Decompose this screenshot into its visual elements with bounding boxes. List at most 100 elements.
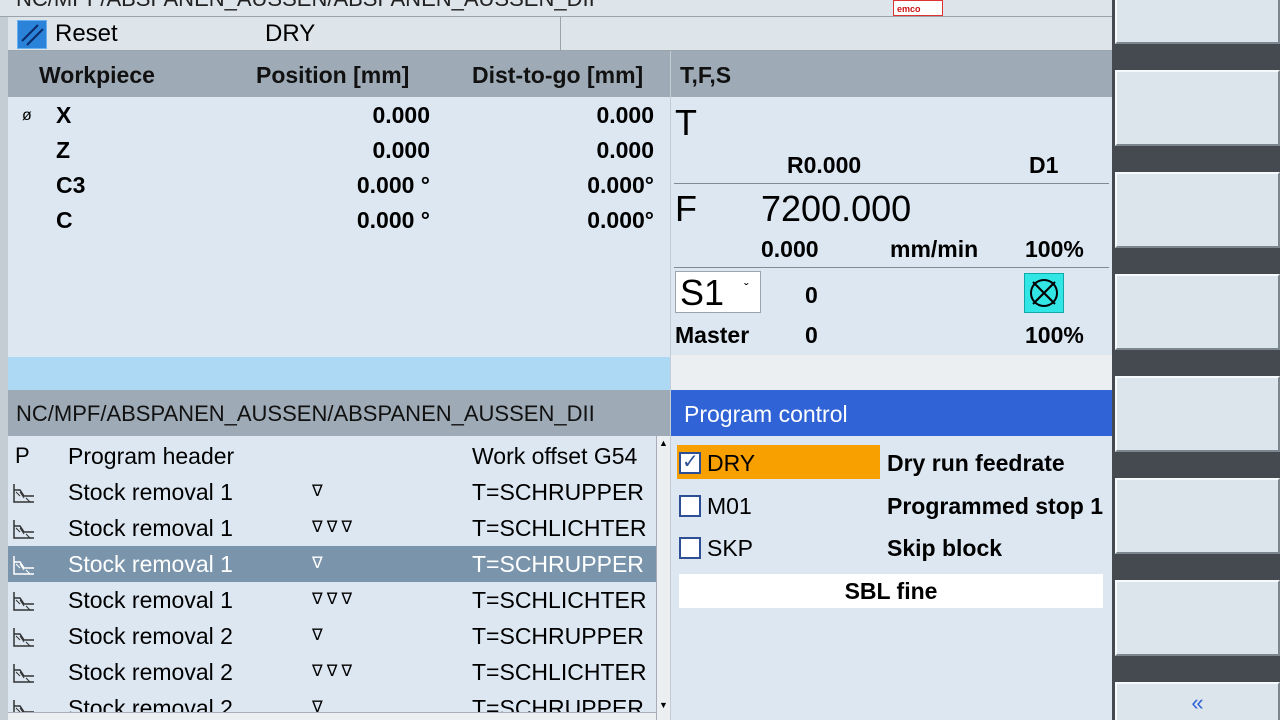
master-value: 0: [805, 322, 818, 348]
program-control-option-dry[interactable]: ✓ DRY Dry run feedrate: [677, 445, 1107, 481]
scroll-down-icon[interactable]: ▼: [657, 698, 670, 712]
tool-label: T: [675, 102, 697, 143]
spindle-select[interactable]: S1 ˇ: [675, 271, 761, 313]
program-step-row[interactable]: Stock removal 1 ∇∇∇ T=SCHLICHTER: [8, 582, 656, 618]
tool-edge: D1: [1029, 152, 1059, 178]
stock-removal-icon: [13, 520, 34, 539]
back-softkey[interactable]: «: [1115, 682, 1280, 720]
feed-label: F: [675, 188, 697, 229]
program-control-title: Program control: [684, 401, 848, 427]
status-divider: [560, 17, 561, 50]
diameter-icon: ø: [22, 107, 32, 124]
tfs-panel: T R0.000 D1 F 7200.000 0.000 mm/min 100%…: [671, 97, 1112, 355]
step-parameter: T=SCHLICHTER: [472, 659, 647, 685]
softkey-4[interactable]: [1115, 274, 1280, 350]
step-name: Stock removal 1: [68, 515, 233, 541]
axis-name: C: [56, 207, 73, 233]
axis-row: ø X 0.000 0.000: [8, 98, 670, 133]
status-bar: Reset DRY: [8, 17, 1112, 51]
dropdown-arrow-icon: ˇ: [744, 280, 749, 296]
machining-quality-mark: ∇: [312, 627, 327, 644]
softkey-2[interactable]: [1115, 70, 1280, 146]
option-code: M01: [707, 493, 752, 519]
program-step-row[interactable]: P Program header Work offset G54: [8, 438, 656, 474]
axis-row: C 0.000 ° 0.000°: [8, 203, 670, 238]
stock-removal-icon: [13, 664, 34, 683]
tfs-footer-strip: [671, 355, 1112, 390]
option-description: Programmed stop 1: [887, 493, 1103, 519]
step-name: Stock removal 2: [68, 659, 233, 685]
axis-dist-to-go: 0.000°: [587, 172, 654, 198]
spindle-label: S1: [680, 272, 725, 313]
m01-checkbox[interactable]: [679, 495, 701, 517]
dist-to-go-column: Dist-to-go [mm]: [472, 62, 644, 88]
program-step-row[interactable]: Stock removal 1 ∇∇∇ T=SCHLICHTER: [8, 510, 656, 546]
step-parameter: T=SCHRUPPER: [472, 623, 644, 649]
tfs-divider: [674, 183, 1109, 184]
workpiece-positions: ø X 0.000 0.000 Z 0.000 0.000 C3 0.000 °…: [8, 97, 670, 357]
program-control-option-skp[interactable]: SKP Skip block: [677, 530, 1107, 566]
position-column: Position [mm]: [256, 62, 410, 88]
step-parameter: T=SCHLICHTER: [472, 515, 647, 541]
feed-unit: mm/min: [890, 236, 979, 262]
vertical-softkey-bar: «: [1112, 0, 1280, 720]
axis-dist-to-go: 0.000: [596, 137, 654, 163]
axis-dist-to-go: 0.000: [596, 102, 654, 128]
stock-removal-icon: [13, 628, 34, 647]
program-step-row[interactable]: Stock removal 1 ∇ T=SCHRUPPER: [8, 474, 656, 510]
step-parameter: Work offset G54: [472, 443, 638, 469]
option-code: DRY: [707, 450, 756, 476]
program-step-list[interactable]: P Program header Work offset G54 Stock r…: [8, 436, 656, 720]
channel-status-icon: [17, 20, 47, 49]
program-scrollbar[interactable]: ▲ ▼: [656, 436, 670, 720]
stock-removal-icon: [13, 556, 34, 575]
axis-row: C3 0.000 ° 0.000°: [8, 168, 670, 203]
skp-checkbox[interactable]: [679, 537, 701, 559]
workpiece-footer-strip: [8, 357, 670, 390]
axis-dist-to-go: 0.000°: [587, 207, 654, 233]
step-parameter: T=SCHRUPPER: [472, 551, 644, 577]
spindle-override: 100%: [1025, 322, 1084, 348]
horizontal-scrollbar[interactable]: [8, 712, 656, 720]
machining-quality-mark: ∇∇∇: [312, 663, 357, 680]
axis-name: X: [56, 102, 72, 128]
sbl-fine-field[interactable]: SBL fine: [679, 574, 1103, 608]
program-control-header: Program control: [671, 390, 1112, 436]
softkey-5[interactable]: [1115, 376, 1280, 452]
program-step-row-selected[interactable]: Stock removal 1 ∇ T=SCHRUPPER: [8, 546, 656, 582]
softkey-7[interactable]: [1115, 580, 1280, 656]
stock-removal-icon: [13, 592, 34, 611]
tool-radius: R0.000: [787, 152, 862, 178]
master-label: Master: [675, 322, 750, 348]
option-description: Dry run feedrate: [887, 450, 1065, 476]
step-parameter: T=SCHLICHTER: [472, 587, 647, 613]
channel-state: Reset: [55, 20, 118, 47]
softkey-3[interactable]: [1115, 172, 1280, 248]
dry-checkbox[interactable]: ✓: [679, 451, 701, 474]
axis-name: C3: [56, 172, 86, 198]
softkey-1[interactable]: [1115, 0, 1280, 44]
machining-quality-mark: ∇: [312, 483, 327, 500]
program-step-row[interactable]: Stock removal 2 ∇∇∇ T=SCHLICHTER: [8, 654, 656, 690]
step-parameter: T=SCHRUPPER: [472, 479, 644, 505]
scroll-up-icon[interactable]: ▲: [657, 436, 670, 450]
program-control-option-m01[interactable]: M01 Programmed stop 1: [677, 488, 1107, 524]
stock-removal-icon: [13, 484, 34, 503]
softkey-6[interactable]: [1115, 478, 1280, 554]
step-name: Stock removal 1: [68, 479, 233, 505]
feed-override: 100%: [1025, 236, 1084, 262]
step-name: Stock removal 1: [68, 551, 233, 577]
program-header-icon: P: [15, 443, 30, 468]
step-name: Stock removal 2: [68, 623, 233, 649]
machining-quality-mark: ∇∇∇: [312, 519, 357, 536]
program-influence-state: DRY: [265, 20, 316, 47]
workpiece-column: Workpiece: [39, 62, 155, 88]
axis-position: 0.000: [372, 137, 430, 163]
axis-position: 0.000: [372, 102, 430, 128]
program-step-row[interactable]: Stock removal 2 ∇ T=SCHRUPPER: [8, 618, 656, 654]
axis-position: 0.000 °: [356, 172, 430, 198]
feed-actual: 0.000: [761, 236, 819, 262]
machining-quality-mark: ∇: [312, 555, 327, 572]
axis-row: Z 0.000 0.000: [8, 133, 670, 168]
program-header: NC/MPF/ABSPANEN_AUSSEN/ABSPANEN_AUSSEN_D…: [8, 390, 670, 436]
